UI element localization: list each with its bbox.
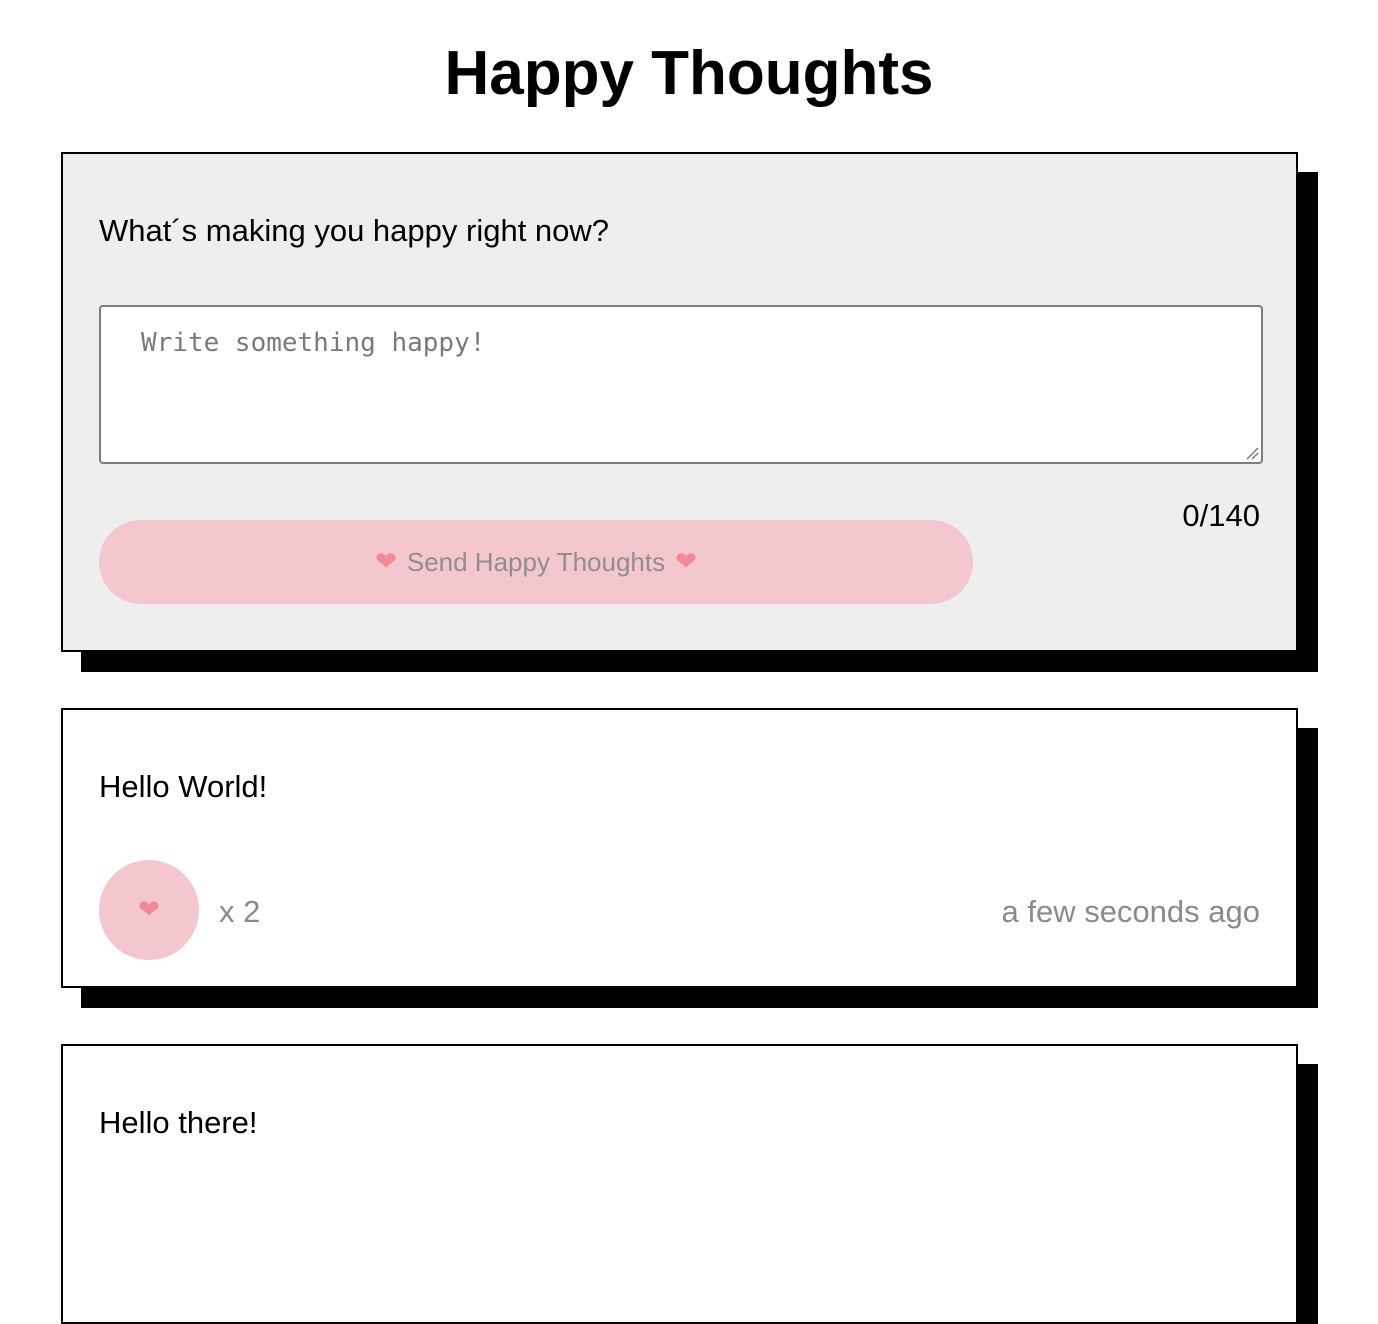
thought-card: Hello there! bbox=[61, 1044, 1298, 1324]
form-question-label: What´s making you happy right now? bbox=[99, 213, 610, 248]
thought-message: Hello World! bbox=[99, 769, 268, 804]
like-count: x 2 bbox=[219, 894, 261, 929]
thought-timestamp: a few seconds ago bbox=[1001, 894, 1260, 929]
like-button[interactable]: ❤︎ bbox=[99, 860, 199, 960]
thought-form-card: What´s making you happy right now? 0/140… bbox=[61, 152, 1298, 652]
character-counter: 0/140 bbox=[1182, 498, 1260, 533]
thought-message: Hello there! bbox=[99, 1105, 258, 1140]
heart-icon: ❤︎ bbox=[375, 547, 397, 577]
thought-card: Hello World! ❤︎ x 2 a few seconds ago bbox=[61, 708, 1298, 988]
send-happy-thoughts-button[interactable]: ❤︎ Send Happy Thoughts ❤︎ bbox=[99, 520, 973, 604]
thought-input[interactable] bbox=[99, 305, 1263, 464]
page-title: Happy Thoughts bbox=[444, 39, 934, 108]
send-button-label: Send Happy Thoughts bbox=[406, 546, 666, 577]
heart-icon: ❤︎ bbox=[675, 547, 697, 577]
heart-icon: ❤︎ bbox=[138, 895, 160, 925]
